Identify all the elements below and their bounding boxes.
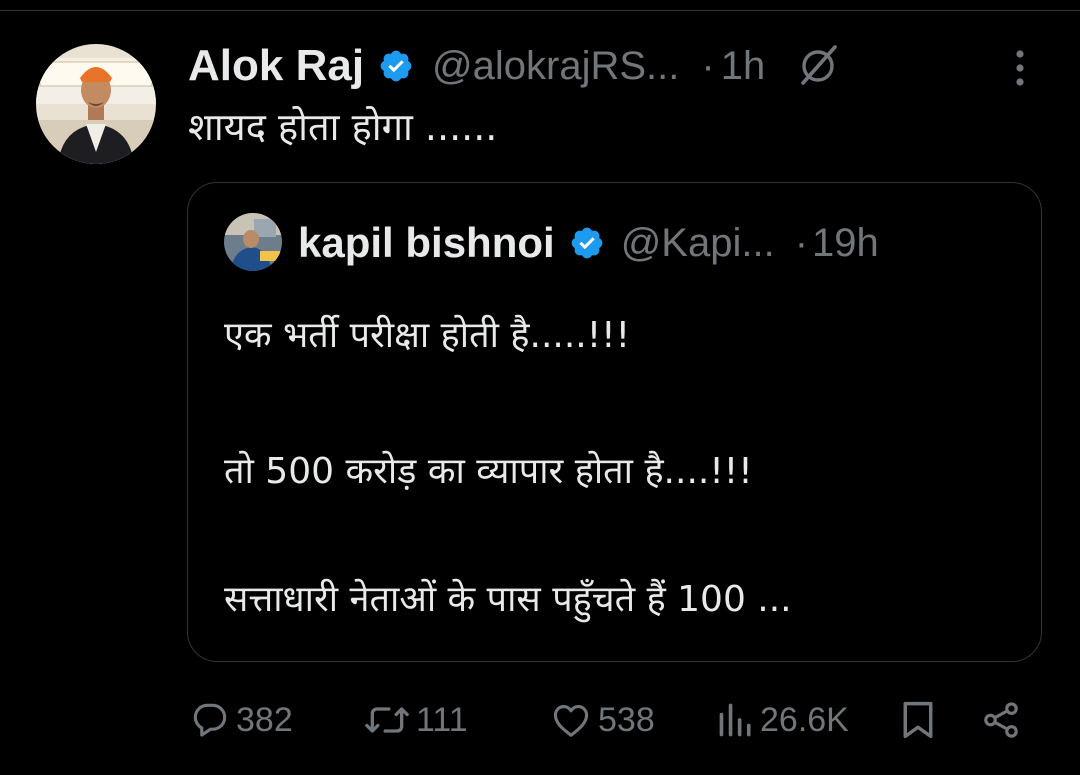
- quoted-author-name[interactable]: kapil bishnoi: [298, 219, 555, 267]
- more-vertical-icon[interactable]: [1002, 44, 1038, 92]
- repost-count: 111: [416, 700, 468, 739]
- quoted-tweet-timestamp[interactable]: 19h: [812, 221, 879, 266]
- quoted-tweet-card[interactable]: kapil bishnoi @Kapi... · 19h एक भर्ती पर…: [187, 182, 1042, 662]
- author-handle[interactable]: @alokrajRS...: [432, 44, 679, 89]
- like-button[interactable]: 538: [548, 690, 655, 750]
- verified-badge-icon: [378, 48, 414, 84]
- verified-badge-icon: [569, 225, 605, 261]
- heart-icon: [553, 705, 589, 737]
- share-icon: [984, 702, 1018, 738]
- author-avatar[interactable]: [36, 44, 156, 164]
- view-count: 26.6K: [760, 700, 849, 739]
- quoted-avatar-image: [224, 213, 282, 271]
- quoted-author-avatar[interactable]: [224, 213, 282, 271]
- views-button[interactable]: 26.6K: [716, 690, 849, 750]
- views-icon: [719, 703, 751, 737]
- quoted-text-line: सत्ताधारी नेताओं के पास पहुँचते हैं 100 …: [224, 579, 792, 620]
- quoted-text-line: तो 500 करोड़ का व्यापार होता है....!!!: [224, 451, 753, 492]
- tweet-header: Alok Raj @alokrajRS... · 1h: [188, 36, 1048, 96]
- tweet-text: शायद होता होगा ......: [188, 105, 498, 149]
- quoted-author-handle[interactable]: @Kapi...: [621, 221, 775, 266]
- author-name[interactable]: Alok Raj: [188, 41, 364, 91]
- bookmark-icon: [903, 701, 933, 739]
- avatar-image: [36, 44, 156, 164]
- top-divider: [0, 10, 1080, 11]
- reply-button[interactable]: 382: [188, 690, 293, 750]
- separator-dot: ·: [794, 220, 809, 265]
- quoted-text-line: एक भर्ती परीक्षा होती है.....!!!: [224, 315, 631, 356]
- bookmark-button[interactable]: [898, 690, 938, 750]
- share-button[interactable]: [980, 690, 1022, 750]
- repost-icon: [365, 707, 409, 733]
- reply-icon: [193, 703, 227, 737]
- tweet-action-bar: 382 111 538 26.6K: [0, 690, 1080, 750]
- grok-icon[interactable]: [795, 43, 841, 89]
- separator-dot: ·: [701, 43, 715, 88]
- quoted-tweet-header: kapil bishnoi @Kapi... · 19h: [298, 213, 879, 273]
- like-count: 538: [598, 700, 655, 739]
- reply-count: 382: [236, 700, 293, 739]
- repost-button[interactable]: 111: [362, 690, 468, 750]
- tweet-timestamp[interactable]: 1h: [721, 44, 766, 89]
